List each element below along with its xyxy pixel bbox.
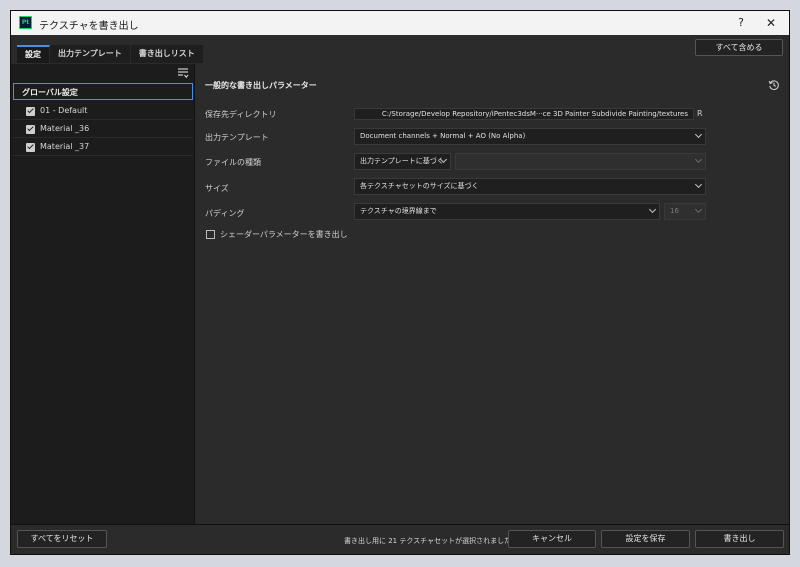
reset-all-button[interactable]: すべてをリセット [17, 530, 107, 548]
app-icon: Pt [19, 16, 32, 29]
filter-list-icon[interactable] [177, 67, 189, 79]
padding-label: パディング [205, 209, 245, 218]
material-label: 01 - Default [40, 106, 88, 115]
template-value: Document channels + Normal + AO (No Alph… [360, 132, 526, 140]
material-label: Material _37 [40, 142, 90, 151]
title-bar: Pt テクスチャを書き出し ? ✕ [11, 11, 789, 35]
list-item[interactable]: Material _37 [13, 139, 193, 156]
tab-bar: 設定 出力テンプレート 書き出しリスト [17, 45, 204, 63]
help-button[interactable]: ? [733, 15, 749, 31]
size-value: 各テクスチャセットのサイズに基づく [360, 182, 479, 190]
tab-export-list[interactable]: 書き出しリスト [130, 45, 204, 63]
reset-icon[interactable] [768, 79, 780, 91]
file-type-value: 出力テンプレートに基づく [360, 157, 444, 165]
padding-amount-value: 16 [670, 207, 679, 215]
include-all-button[interactable]: すべて含める [695, 39, 783, 56]
template-label: 出力テンプレート [205, 133, 269, 142]
file-format-dropdown [455, 153, 706, 170]
save-dir-field[interactable]: C:/Storage/Develop Repository/iPentec3ds… [354, 108, 694, 120]
file-type-label: ファイルの種類 [205, 158, 261, 167]
template-dropdown[interactable]: Document channels + Normal + AO (No Alph… [354, 128, 706, 145]
chevron-down-icon [694, 180, 703, 189]
chevron-down-icon [694, 205, 703, 214]
tab-output-templates[interactable]: 出力テンプレート [50, 45, 131, 63]
chevron-down-icon [648, 205, 657, 214]
global-settings-item[interactable]: グローバル設定 [13, 83, 193, 100]
cancel-button[interactable]: キャンセル [508, 530, 596, 548]
shader-params-label: シェーダーパラメーターを書き出し [220, 230, 348, 239]
list-item[interactable]: 01 - Default [13, 103, 193, 120]
window-title: テクスチャを書き出し [39, 21, 139, 32]
padding-dropdown[interactable]: テクスチャの境界線まで [354, 203, 660, 220]
shader-params-checkbox[interactable] [206, 230, 215, 239]
export-button[interactable]: 書き出し [695, 530, 784, 548]
section-title: 一般的な書き出しパラメーター [205, 81, 317, 90]
save-settings-button[interactable]: 設定を保存 [601, 530, 690, 548]
chevron-down-icon [694, 155, 703, 164]
size-dropdown[interactable]: 各テクスチャセットのサイズに基づく [354, 178, 706, 195]
material-checkbox[interactable] [26, 125, 35, 134]
list-item[interactable]: Material _36 [13, 121, 193, 138]
size-label: サイズ [205, 184, 229, 193]
chevron-down-icon [694, 130, 703, 139]
close-button[interactable]: ✕ [763, 15, 779, 31]
save-dir-label: 保存先ディレクトリ [205, 110, 277, 119]
footer-divider [11, 524, 789, 525]
export-textures-dialog: Pt テクスチャを書き出し ? ✕ 設定 出力テンプレート 書き出しリスト すべ… [10, 10, 790, 555]
global-settings-label: グローバル設定 [22, 88, 78, 97]
material-checkbox[interactable] [26, 143, 35, 152]
file-type-dropdown[interactable]: 出力テンプレートに基づく [354, 153, 451, 170]
save-dir-suffix: R [697, 109, 703, 118]
status-text: 書き出し用に 21 テクスチャセットが選択されました [344, 537, 512, 545]
material-checkbox[interactable] [26, 107, 35, 116]
material-label: Material _36 [40, 124, 90, 133]
padding-value: テクスチャの境界線まで [360, 207, 437, 215]
texture-set-panel: グローバル設定 01 - Default Material _36 Materi… [11, 64, 195, 524]
padding-amount-dropdown: 16 [664, 203, 706, 220]
tab-settings[interactable]: 設定 [17, 45, 50, 63]
